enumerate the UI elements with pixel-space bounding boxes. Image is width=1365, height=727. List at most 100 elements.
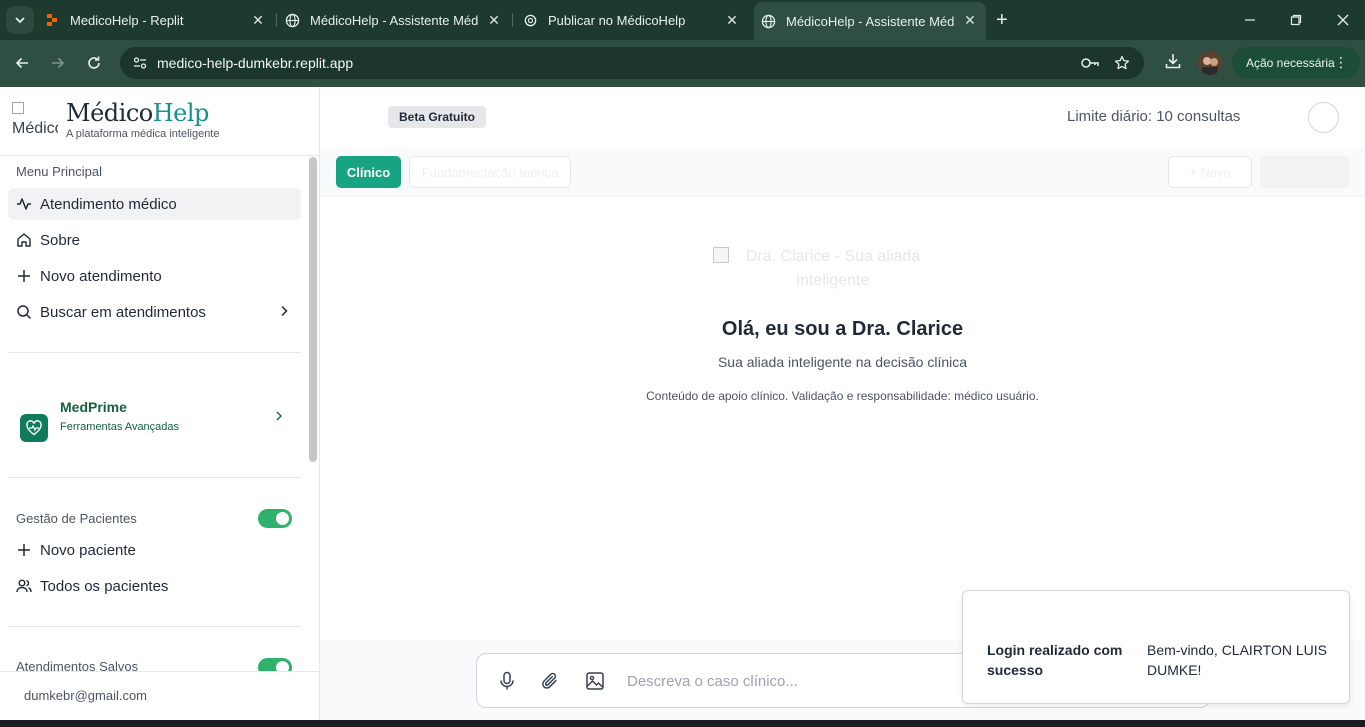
browser-toolbar: medico-help-dumkebr.replit.app Ação nece… [0,40,1365,87]
disclaimer-note: Conteúdo de apoio clínico. Validação e r… [646,389,1039,403]
close-icon[interactable]: ✕ [486,12,502,28]
medprime-subtitle: Ferramentas Avançadas [60,421,180,433]
sidebar-item-sobre[interactable]: Sobre [8,224,301,256]
new-chat-button[interactable]: + Novo [1168,156,1252,188]
tab-divider [276,13,277,27]
browser-tab-assistant-1[interactable]: MédicoHelp - Assistente Médico ✕ [284,6,510,34]
mode-clinico-button[interactable]: Clínico [336,156,401,188]
sidebar-divider [8,626,301,627]
dra-clarice-avatar: Dra. Clarice - Sua aliada inteligente [713,245,953,289]
image-icon[interactable] [585,671,605,696]
new-tab-button[interactable]: + [996,10,1008,30]
profile-avatar[interactable] [1198,51,1222,75]
back-icon[interactable] [11,52,33,74]
openai-icon [522,12,538,28]
sidebar-divider [8,352,301,353]
replit-icon [44,12,60,28]
users-icon [16,578,32,594]
activity-icon [16,196,32,212]
medprime-card[interactable]: MedPrime Ferramentas Avançadas [8,387,301,467]
chevron-down-icon [15,17,25,24]
close-icon[interactable]: ✕ [962,12,978,28]
mode-fundamentacao-button[interactable]: Fundamentação teórica [409,156,571,188]
search-icon [16,304,32,320]
browser-tab-bar: MedicoHelp - Replit ✕ MédicoHelp - Assis… [0,0,1365,40]
sidebar-item-label: Novo paciente [40,541,136,559]
medprime-title: MedPrime [60,399,127,415]
top-header: Beta Gratuito Limite diário: 10 consulta… [320,87,1365,148]
tab-title: MedicoHelp - Replit [70,12,184,28]
paperclip-icon[interactable] [540,671,560,696]
sidebar-item-buscar[interactable]: Buscar em atendimentos [8,296,301,328]
tab-search-button[interactable] [6,6,34,34]
user-email: dumkebr@gmail.com [24,688,148,703]
user-menu-avatar[interactable] [1308,102,1339,133]
bookmark-star-icon[interactable] [1114,55,1130,76]
password-key-icon[interactable] [1080,55,1100,76]
close-window-icon[interactable] [1333,10,1353,30]
browser-tab-assistant-active[interactable]: MédicoHelp - Assistente Médico ✕ [754,2,986,40]
brand-header: Médico MédicoHelp A plataforma médica in… [0,87,319,156]
sidebar-item-novo-atendimento[interactable]: Novo atendimento [8,260,301,292]
home-icon [16,232,32,248]
url-text: medico-help-dumkebr.replit.app [157,55,354,71]
more-vert-icon[interactable]: ⋮ [1334,54,1348,71]
sidebar-item-label: Novo atendimento [40,267,162,285]
avatar-alt-text: Dra. Clarice - Sua aliada inteligente [745,248,921,289]
heart-pulse-icon [20,414,48,442]
sidebar-item-atendimento[interactable]: Atendimento médico [8,188,301,220]
tab-title: MédicoHelp - Assistente Médico [310,12,478,28]
patients-toggle[interactable] [258,509,292,528]
globe-icon [760,13,776,29]
close-icon[interactable]: ✕ [250,12,266,28]
daily-limit-text: Limite diário: 10 consultas [1067,108,1241,125]
chat-area: Clínico Fundamentação teórica + Novo Dra… [320,148,1365,640]
action-required-button[interactable]: Ação necessária ⋮ [1232,47,1360,79]
toast-message: Bem-vindo, CLAIRTON LUIS DUMKE! [1147,642,1327,678]
sidebar-footer: dumkebr@gmail.com [0,671,319,720]
address-bar[interactable]: medico-help-dumkebr.replit.app [120,47,1144,79]
download-icon[interactable] [1164,52,1182,75]
logo-alt-text: Médico [12,120,58,137]
welcome-subtitle: Sua aliada inteligente na decisão clínic… [717,354,968,370]
microphone-icon[interactable] [498,671,516,696]
sidebar: Médico MédicoHelp A plataforma médica in… [0,87,320,720]
mode-toolbar: Clínico Fundamentação teórica + Novo [320,148,1365,197]
globe-icon [284,12,300,28]
sidebar-item-label: Atendimento médico [40,195,177,213]
browser-tab-publish[interactable]: Publicar no MédicoHelp ✕ [522,6,748,34]
reload-icon[interactable] [83,52,105,74]
sidebar-item-label: Sobre [40,231,81,249]
os-taskbar [0,720,1365,727]
sidebar-item-novo-paciente[interactable]: Novo paciente [8,534,301,566]
chevron-right-icon [277,304,291,322]
sidebar-item-label: Todos os pacientes [40,577,169,595]
toast-title: Login realizado com sucesso [987,642,1123,678]
sidebar-item-label: Buscar em atendimentos [40,303,206,321]
login-toast[interactable]: Login realizado com sucesso Bem-vindo, C… [962,590,1350,704]
welcome-title: Olá, eu sou a Dra. Clarice [721,318,964,340]
broken-image-icon [713,247,729,263]
brand-name[interactable]: MédicoHelp [66,99,209,127]
save-button[interactable] [1260,156,1350,188]
site-settings-icon[interactable] [132,55,148,76]
close-icon[interactable]: ✕ [724,12,740,28]
beta-badge: Beta Gratuito [388,106,487,128]
minimize-icon[interactable] [1240,10,1260,30]
forward-icon[interactable] [47,52,69,74]
tab-title: Publicar no MédicoHelp [548,12,686,28]
action-required-label: Ação necessária [1246,56,1335,70]
chevron-right-icon [273,409,285,427]
restore-icon[interactable] [1286,10,1306,30]
plus-icon [16,542,32,558]
brand-name-second: Help [152,99,210,127]
tab-title: MédicoHelp - Assistente Médico [786,13,954,29]
broken-image-icon [12,102,24,114]
sidebar-divider [8,477,301,478]
brand-name-first: Médico [66,99,153,127]
sidebar-item-todos-pacientes[interactable]: Todos os pacientes [8,570,301,602]
sidebar-scrollbar[interactable] [309,157,317,462]
plus-icon [16,268,32,284]
logo-image: Médico [12,99,58,139]
browser-tab-replit[interactable]: MedicoHelp - Replit ✕ [44,6,274,34]
